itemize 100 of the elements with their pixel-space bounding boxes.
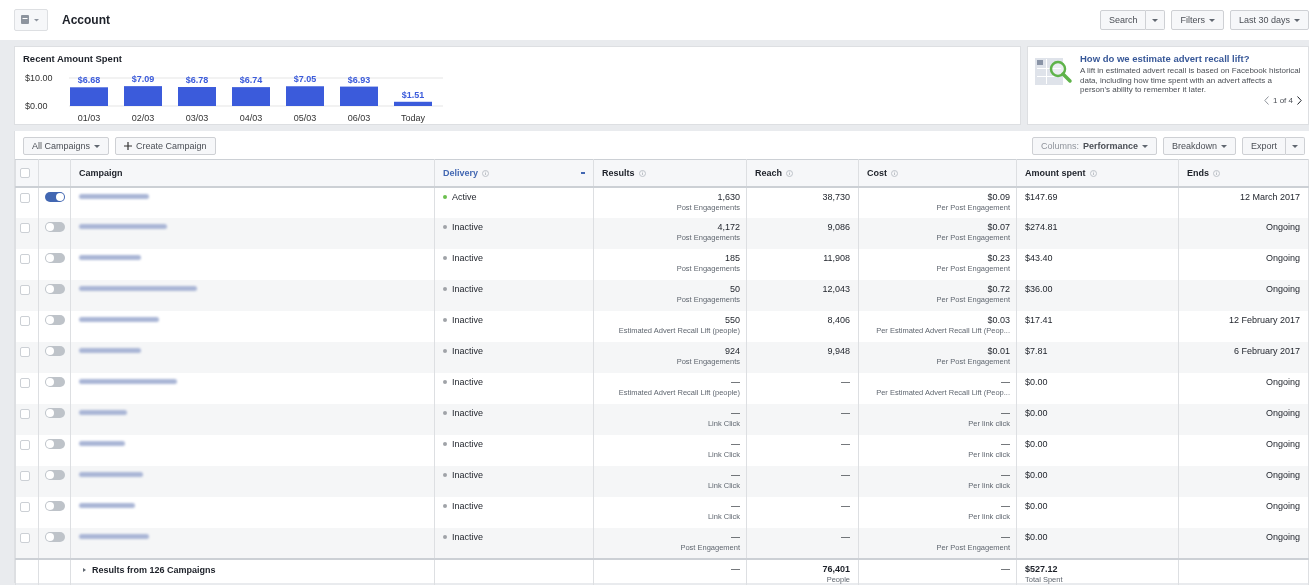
results-value: 4,172 [716, 221, 740, 233]
column-header[interactable]: Results [593, 159, 747, 187]
delivery-status: Inactive [452, 284, 484, 294]
column-header[interactable]: Reach [746, 159, 859, 187]
row-checkbox[interactable] [20, 193, 30, 203]
bar-value-label: $7.05 [293, 74, 317, 85]
columns-dropdown[interactable]: Columns: Performance [1031, 137, 1157, 155]
amount-spent-total: $527.12 [1025, 563, 1059, 575]
cost-value: $0.23 [986, 252, 1010, 264]
search-button[interactable]: Search [1099, 10, 1147, 30]
delivery-status: Inactive [452, 346, 484, 356]
reach-value: 12,043 [821, 283, 850, 295]
campaign-toggle[interactable] [45, 192, 65, 202]
campaign-toggle[interactable] [45, 253, 65, 263]
amount-spent: $0.00 [1025, 438, 1049, 450]
results-value: 550 [723, 314, 740, 326]
row-checkbox[interactable] [20, 533, 30, 543]
end-date: Ongoing [1264, 469, 1300, 481]
results-value: 185 [723, 252, 740, 264]
cost-value: — [1000, 376, 1010, 388]
cost-value: — [1000, 469, 1010, 481]
end-date: Ongoing [1264, 376, 1300, 388]
results-summary-toggle[interactable]: Results from 126 Campaigns [83, 565, 216, 575]
dropdown-button[interactable]: Last 30 days [1229, 10, 1309, 30]
row-checkbox[interactable] [20, 223, 30, 233]
search-dropdown-button[interactable] [1146, 10, 1166, 30]
campaign-toggle[interactable] [45, 439, 65, 449]
info-icon [786, 169, 793, 177]
document-icon [21, 15, 41, 25]
row-checkbox[interactable] [20, 316, 30, 326]
bar-value-label: $7.09 [131, 74, 155, 85]
delivery-status: Inactive [452, 439, 484, 449]
dropdown-button[interactable]: Filters [1171, 10, 1224, 30]
campaign-toggle[interactable] [45, 408, 65, 418]
reach-value: 38,730 [821, 191, 850, 203]
reach-total: 76,401 [821, 563, 850, 575]
row-checkbox[interactable] [20, 285, 30, 295]
export-dropdown-button[interactable] [1286, 137, 1305, 155]
delivery-status: Inactive [452, 501, 484, 511]
axis-label: $0.00 [25, 101, 48, 111]
results-value: — [730, 500, 740, 512]
blurred-campaign-name [79, 472, 143, 477]
export-button[interactable]: Export [1242, 137, 1286, 155]
row-checkbox[interactable] [20, 378, 30, 388]
cost-value: — [1000, 407, 1010, 419]
info-icon [891, 169, 898, 177]
row-checkbox[interactable] [20, 409, 30, 419]
axis-label: 03/03 [185, 113, 209, 123]
campaign-toggle[interactable] [45, 501, 65, 511]
info-icon [1213, 169, 1220, 177]
amount-spent: $43.40 [1025, 252, 1054, 264]
delivery-status: Inactive [452, 377, 484, 387]
select-all-checkbox[interactable] [20, 168, 30, 178]
campaign-filter-dropdown[interactable]: All Campaigns [23, 137, 110, 155]
column-header[interactable]: Amount spent [1016, 159, 1179, 187]
campaign-toggle[interactable] [45, 284, 65, 294]
amount-spent: $0.00 [1025, 500, 1049, 512]
results-value: — [730, 376, 740, 388]
view-menu-button[interactable] [14, 9, 48, 31]
bar-value-label: $6.68 [77, 75, 101, 86]
row-checkbox[interactable] [20, 347, 30, 357]
campaign-toggle[interactable] [45, 470, 65, 480]
next-chevron-icon[interactable] [1297, 95, 1302, 105]
campaign-toggle[interactable] [45, 532, 65, 542]
campaign-toggle[interactable] [45, 377, 65, 387]
bar [124, 86, 162, 106]
cost-total: — [1000, 563, 1010, 575]
breakdown-dropdown[interactable]: Breakdown [1162, 137, 1236, 155]
reach-value: — [840, 438, 850, 450]
cost-value: $0.01 [986, 345, 1010, 357]
amount-spent: $274.81 [1025, 221, 1059, 233]
campaign-toggle[interactable] [45, 315, 65, 325]
cost-value: $0.72 [986, 283, 1010, 295]
tip-text: A lift in estimated advert recall is based on Facebook historical data, including how time spent with an advert affects a person's ability to remember it later. [1080, 66, 1302, 95]
previous-chevron-icon[interactable] [1264, 95, 1269, 105]
results-total: — [730, 563, 740, 575]
tip-title-link[interactable]: How do we estimate advert recall lift? [1080, 53, 1302, 64]
column-header[interactable]: Ends [1178, 159, 1309, 187]
row-checkbox[interactable] [20, 254, 30, 264]
results-value: — [730, 407, 740, 419]
blurred-campaign-name [79, 441, 125, 446]
column-header[interactable]: Delivery [434, 159, 594, 187]
end-date: 6 February 2017 [1232, 345, 1300, 357]
row-checkbox[interactable] [20, 502, 30, 512]
cost-value: $0.09 [986, 191, 1010, 203]
end-date: Ongoing [1264, 407, 1300, 419]
axis-label: 02/03 [131, 113, 155, 123]
column-header[interactable]: Campaign [70, 159, 435, 187]
blurred-campaign-name [79, 255, 141, 260]
create-campaign-button[interactable]: Create Campaign [115, 137, 216, 155]
row-checkbox[interactable] [20, 471, 30, 481]
cost-value: — [1000, 531, 1010, 543]
delivery-status: Inactive [452, 408, 484, 418]
column-header[interactable]: Cost [858, 159, 1017, 187]
axis-label: Today [401, 113, 425, 123]
row-checkbox[interactable] [20, 440, 30, 450]
campaign-toggle[interactable] [45, 222, 65, 232]
campaign-toggle[interactable] [45, 346, 65, 356]
end-date: Ongoing [1264, 500, 1300, 512]
results-value: 1,630 [716, 191, 740, 203]
